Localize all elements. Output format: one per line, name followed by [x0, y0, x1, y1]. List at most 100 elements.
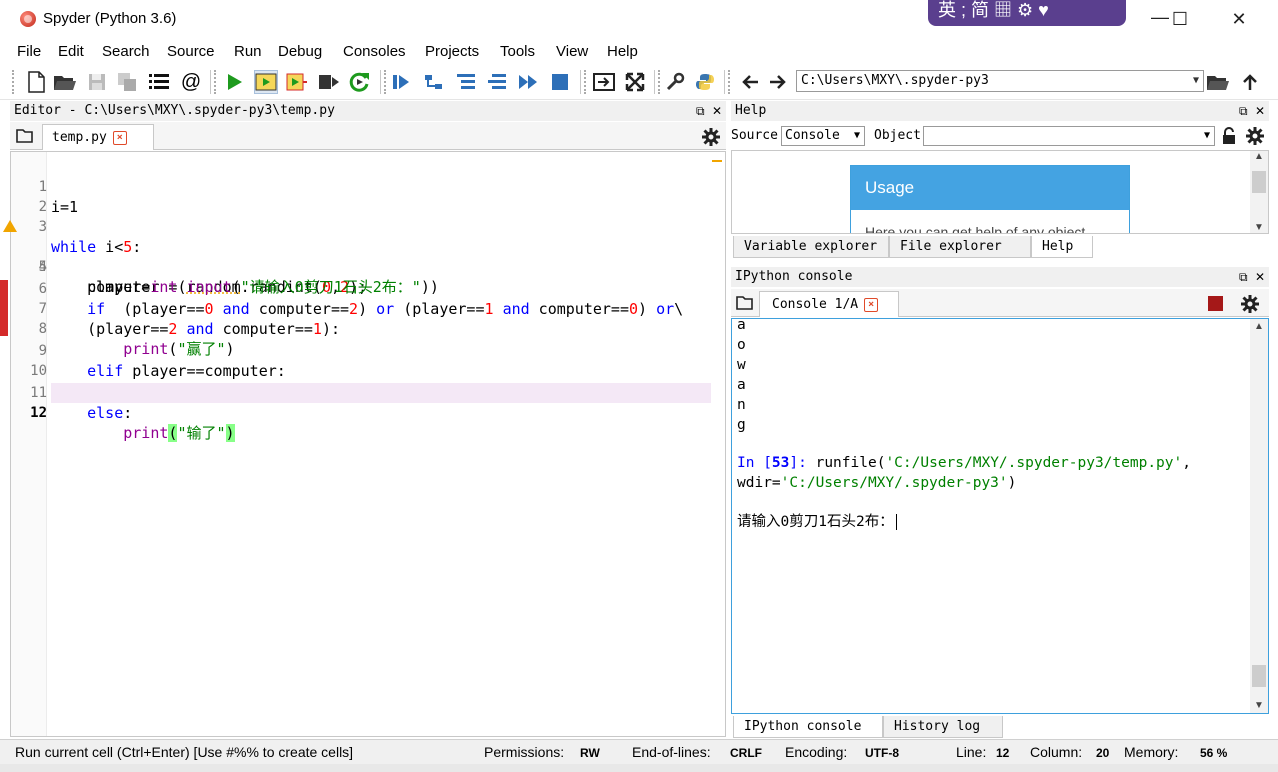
console-input-line[interactable]: 请输入0剪刀1石头2布：: [737, 512, 897, 532]
tab-ipython-console[interactable]: IPython console: [733, 716, 883, 738]
close-tab-icon[interactable]: ×: [864, 297, 879, 312]
maximize-button[interactable]: ☐: [1160, 6, 1200, 32]
scroll-up-icon[interactable]: ▲: [1250, 151, 1268, 162]
browse-folder-icon[interactable]: [1206, 70, 1230, 94]
menu-edit[interactable]: Edit: [58, 43, 84, 60]
list-icon[interactable]: [147, 70, 171, 94]
console-comma: ,: [1182, 455, 1191, 471]
close-pane-icon[interactable]: ✕: [712, 101, 722, 121]
window-edge-accent: [0, 280, 8, 336]
parent-dir-arrow-icon[interactable]: [1238, 70, 1262, 94]
menu-projects[interactable]: Projects: [425, 43, 479, 60]
close-pane-icon[interactable]: ✕: [1255, 101, 1265, 121]
menu-debug[interactable]: Debug: [278, 43, 322, 60]
stop-debug-icon[interactable]: [548, 70, 572, 94]
run-selection-icon[interactable]: [317, 70, 341, 94]
fullscreen-icon[interactable]: [623, 70, 647, 94]
stop-kernel-icon[interactable]: [1208, 296, 1223, 311]
step-into-icon[interactable]: [454, 70, 478, 94]
step-return-icon[interactable]: [485, 70, 509, 94]
code-line: 6 if (player==0 and computer==2) or (pla…: [11, 259, 711, 318]
at-symbol-icon[interactable]: @: [179, 70, 203, 94]
lock-icon[interactable]: [1221, 127, 1237, 148]
ime-toolbar[interactable]: 英 ; 简 ▦ ⚙ ♥: [928, 0, 1126, 26]
code-line: 9 elif player==computer:: [11, 321, 711, 380]
tab-variable-explorer[interactable]: Variable explorer: [733, 236, 889, 258]
chevron-down-icon[interactable]: ▼: [1193, 71, 1199, 91]
undock-icon[interactable]: ⧉: [696, 101, 705, 121]
browse-tabs-icon[interactable]: [736, 295, 754, 314]
tab-history-log[interactable]: History log: [883, 716, 1003, 738]
rerun-icon[interactable]: [348, 70, 372, 94]
tab-file-explorer[interactable]: File explorer: [889, 236, 1031, 258]
toolbar-grip[interactable]: [728, 70, 732, 94]
console-tab[interactable]: Console 1/A ×: [759, 291, 899, 317]
menu-file[interactable]: File: [17, 43, 41, 60]
working-directory-combo[interactable]: C:\Users\MXY\.spyder-py3 ▼: [796, 70, 1204, 92]
scroll-down-icon[interactable]: ▼: [1250, 222, 1268, 233]
undock-icon[interactable]: ⧉: [1239, 267, 1248, 287]
close-pane-icon[interactable]: ✕: [1255, 267, 1265, 287]
tab-help[interactable]: Help: [1031, 236, 1093, 258]
toolbar-grip[interactable]: [384, 70, 388, 94]
menu-source[interactable]: Source: [167, 43, 215, 60]
gear-icon[interactable]: [1246, 127, 1264, 148]
gear-icon[interactable]: [1241, 295, 1259, 316]
scroll-thumb[interactable]: [1252, 665, 1266, 687]
ipython-console[interactable]: a o w a n g In [53]: runfile('C:/Users/M…: [731, 318, 1269, 714]
toolbar-grip[interactable]: [658, 70, 662, 94]
debug-icon[interactable]: [390, 70, 414, 94]
back-arrow-icon[interactable]: [738, 70, 762, 94]
menu-tools[interactable]: Tools: [500, 43, 535, 60]
forward-arrow-icon[interactable]: [766, 70, 790, 94]
usage-text: Here you can get help of any object: [865, 224, 1086, 234]
console-scrollbar[interactable]: ▲ ▼: [1250, 319, 1268, 713]
toolbar-grip[interactable]: [12, 70, 16, 94]
toolbar-grip[interactable]: [214, 70, 218, 94]
window-bottom-border: [0, 764, 1278, 772]
code-line-current: 12 print("输了"): [11, 383, 711, 442]
menu-run[interactable]: Run: [234, 43, 262, 60]
new-file-icon[interactable]: [24, 70, 48, 94]
toolbar-grip[interactable]: [584, 70, 588, 94]
help-scrollbar[interactable]: ▲ ▼: [1250, 151, 1268, 233]
close-tab-icon[interactable]: ×: [112, 130, 127, 145]
run-cell-icon[interactable]: [254, 70, 278, 94]
preferences-wrench-icon[interactable]: [663, 70, 687, 94]
menu-search[interactable]: Search: [102, 43, 150, 60]
menu-consoles[interactable]: Consoles: [343, 43, 406, 60]
maximize-pane-icon[interactable]: [592, 70, 616, 94]
warning-icon[interactable]: [3, 220, 17, 232]
menu-help[interactable]: Help: [607, 43, 638, 60]
continue-icon[interactable]: [516, 70, 540, 94]
editor-tab-temp-py[interactable]: temp.py ×: [42, 124, 154, 150]
python-path-icon[interactable]: [693, 70, 717, 94]
save-all-icon[interactable]: [115, 70, 139, 94]
toolbar-separator: [724, 70, 725, 94]
browse-tabs-icon[interactable]: [16, 128, 34, 147]
prompt-number: 53: [771, 455, 790, 471]
scroll-thumb[interactable]: [1252, 171, 1266, 193]
gear-icon[interactable]: [702, 128, 720, 149]
open-file-icon[interactable]: [53, 70, 77, 94]
source-select[interactable]: Console ▼: [781, 126, 865, 146]
scroll-down-icon[interactable]: ▼: [1250, 700, 1268, 711]
run-icon[interactable]: [222, 70, 246, 94]
undock-icon[interactable]: ⧉: [1239, 101, 1248, 121]
chevron-down-icon: ▼: [1203, 130, 1210, 141]
console-output-line: o: [737, 337, 746, 353]
scroll-up-icon[interactable]: ▲: [1250, 321, 1268, 332]
console-bottom-tabs: IPython console History log: [731, 716, 1269, 738]
close-window-button[interactable]: ✕: [1219, 6, 1259, 32]
menu-view[interactable]: View: [556, 43, 588, 60]
help-viewer[interactable]: Usage Here you can get help of any objec…: [731, 150, 1269, 234]
chevron-down-icon: ▼: [853, 130, 860, 141]
step-icon[interactable]: [422, 70, 446, 94]
console-tab-label: Console 1/A: [772, 297, 859, 312]
usage-title: Usage: [851, 166, 1129, 210]
stdin-prompt: 请输入0剪刀1石头2布：: [737, 514, 894, 530]
save-file-icon[interactable]: [85, 70, 109, 94]
code-editor[interactable]: 1 i=1 2 3 while i<5: 4 computer = random…: [3, 151, 726, 737]
run-cell-advance-icon[interactable]: [285, 70, 309, 94]
object-input[interactable]: ▼: [923, 126, 1215, 146]
